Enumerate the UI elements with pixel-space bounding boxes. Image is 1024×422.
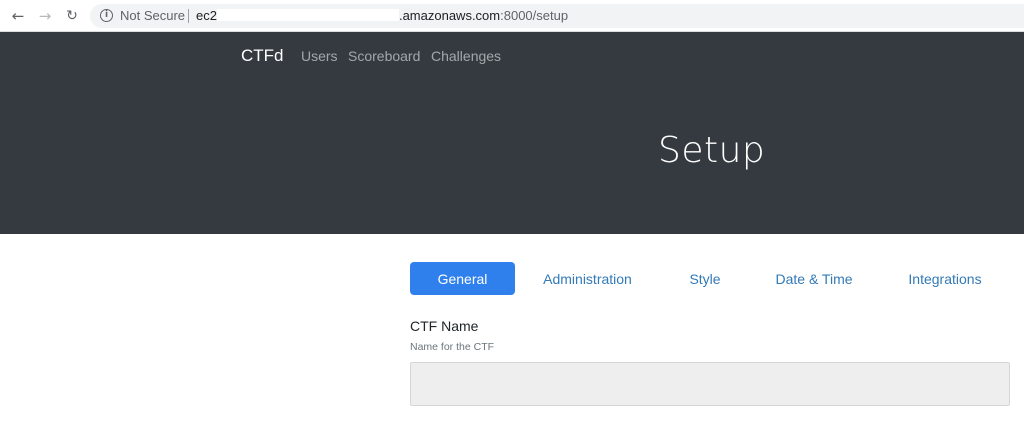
page-title: Setup (658, 130, 766, 171)
address-bar[interactable]: i Not Secure ec2 .amazonaws.com:8000/setu… (90, 4, 1024, 28)
ctf-name-input[interactable] (410, 362, 1010, 406)
address-divider (188, 9, 189, 23)
page-header: CTFd Users Scoreboard Challenges Setup (0, 32, 1024, 234)
browser-toolbar: ← → ↻ i Not Secure ec2 .amazonaws.com:800… (0, 0, 1024, 32)
nav-link-challenges[interactable]: Challenges (431, 48, 501, 64)
brand-logo[interactable]: CTFd (241, 46, 284, 66)
tab-date-time[interactable]: Date & Time (774, 262, 854, 295)
tab-style[interactable]: Style (685, 262, 725, 295)
nav-link-users[interactable]: Users (301, 48, 338, 64)
info-icon[interactable]: i (100, 9, 113, 22)
nav-link-scoreboard[interactable]: Scoreboard (348, 48, 420, 64)
tab-general[interactable]: General (410, 262, 515, 295)
url-text[interactable]: ec2 .amazonaws.com:8000/setup (196, 8, 568, 23)
tab-integrations[interactable]: Integrations (905, 262, 985, 295)
tab-administration[interactable]: Administration (540, 262, 635, 295)
ctf-name-label: CTF Name (410, 318, 479, 334)
security-status-label[interactable]: Not Secure (120, 8, 185, 23)
url-host: .amazonaws.com (398, 8, 501, 23)
url-redaction (216, 9, 399, 21)
url-path: :8000/setup (500, 8, 569, 23)
reload-icon[interactable]: ↻ (62, 6, 82, 26)
back-arrow-icon[interactable]: ← (8, 6, 28, 26)
forward-arrow-icon[interactable]: → (35, 6, 55, 26)
url-prefix: ec2 (196, 8, 217, 23)
ctf-name-help-text: Name for the CTF (410, 341, 495, 353)
